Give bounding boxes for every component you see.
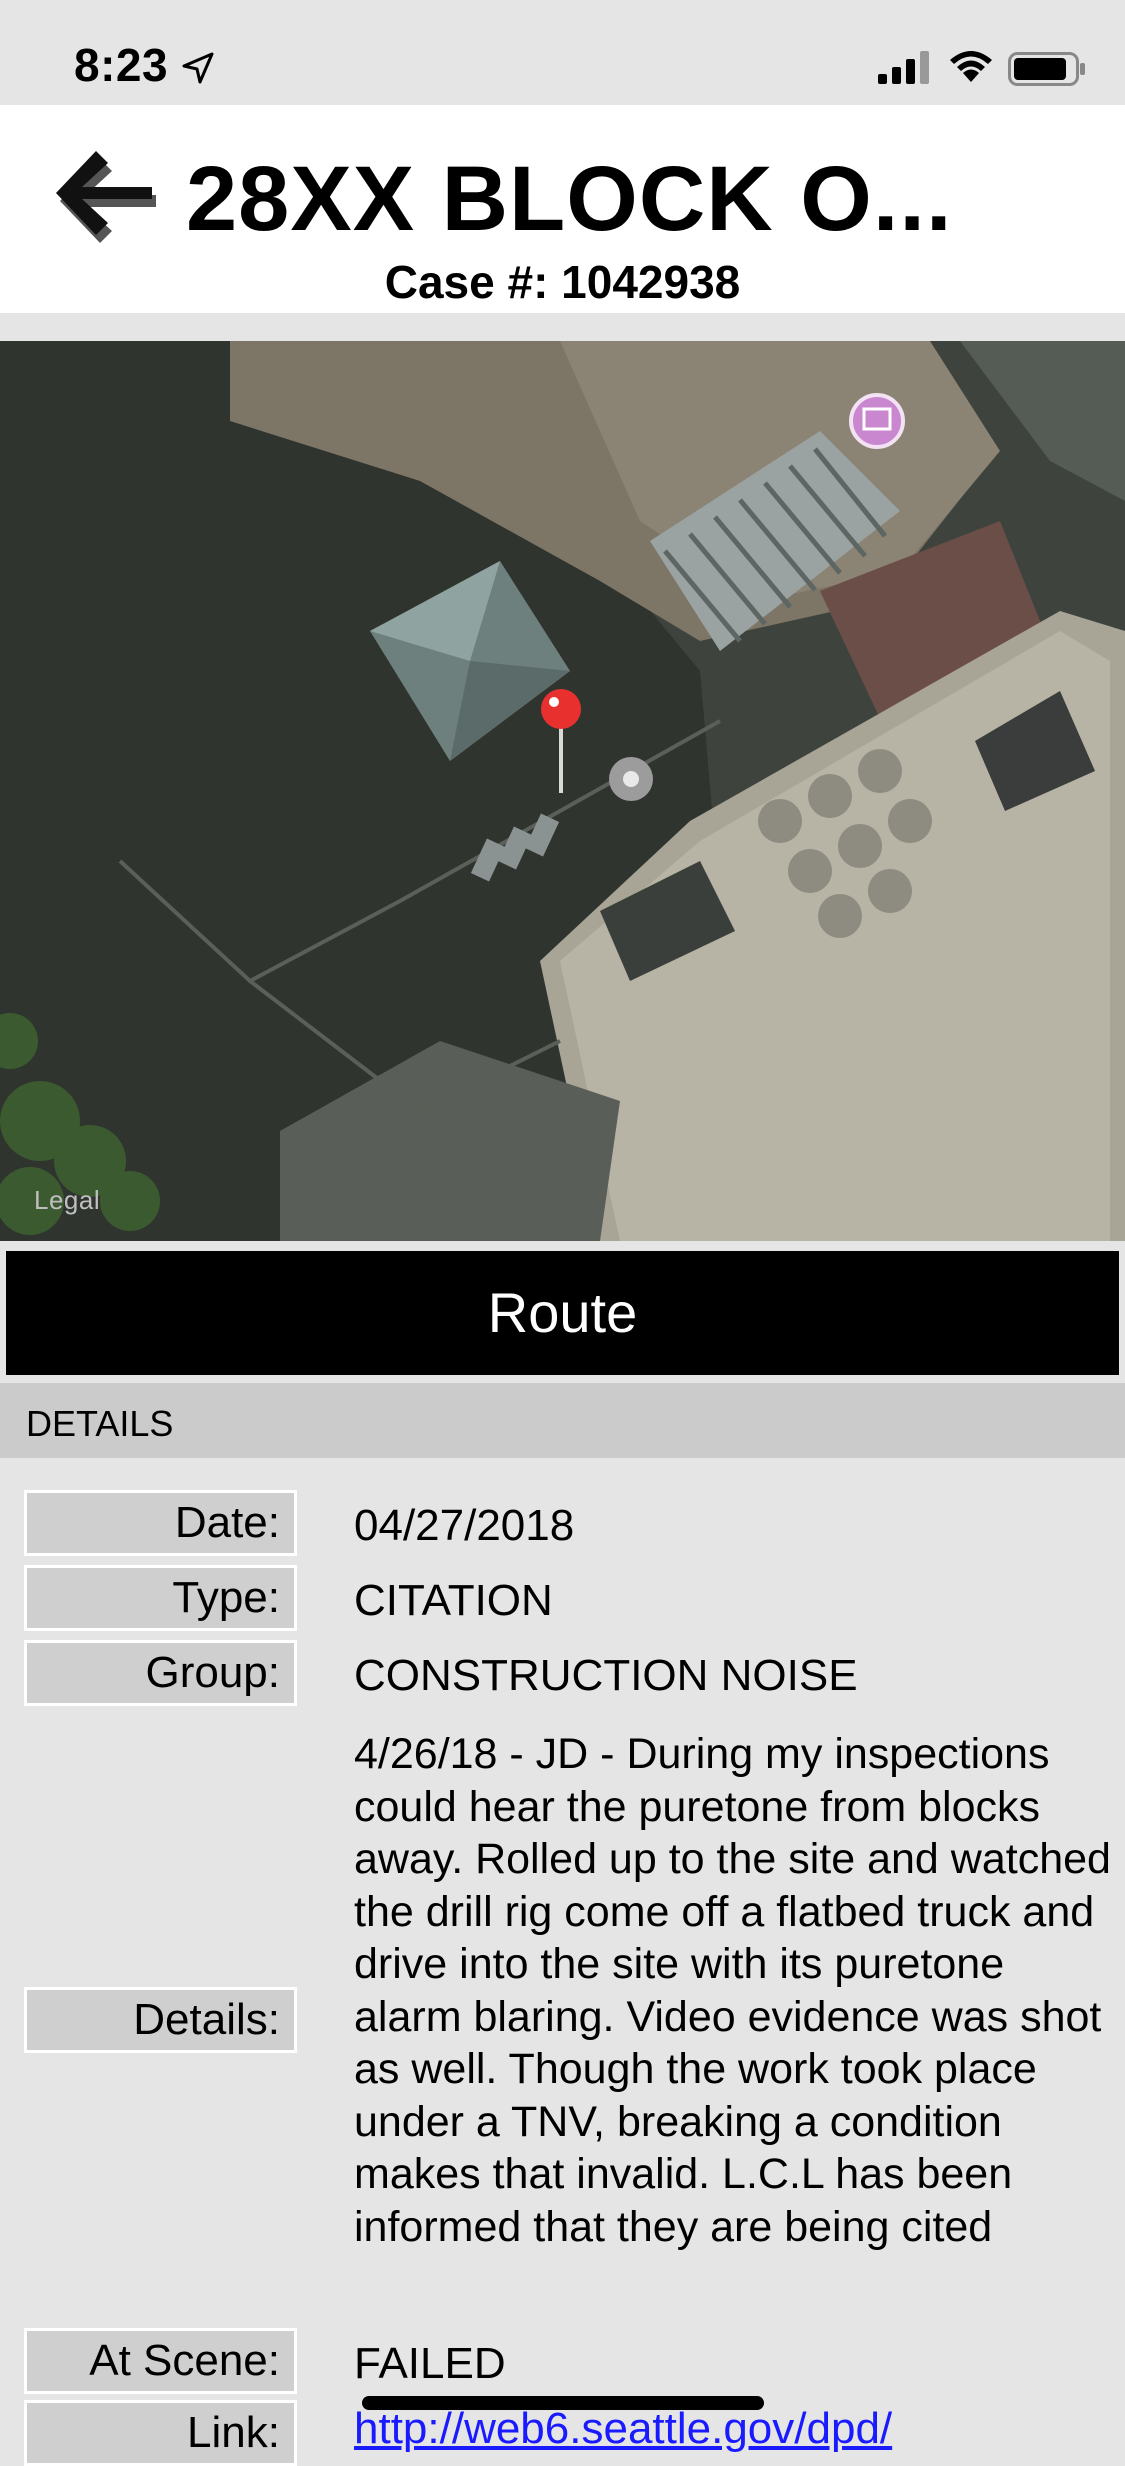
type-value: CITATION bbox=[354, 1576, 553, 1625]
link-label: Link: bbox=[24, 2400, 297, 2466]
map-legal-link[interactable]: Legal bbox=[34, 1185, 100, 1216]
permit-link[interactable]: http://web6.seattle.gov/dpd/ bbox=[354, 2404, 892, 2454]
home-indicator[interactable] bbox=[362, 2396, 764, 2410]
route-button[interactable]: Route bbox=[6, 1251, 1119, 1375]
wifi-icon bbox=[950, 51, 992, 82]
at-scene-label: At Scene: bbox=[24, 2328, 297, 2394]
page-title: 28XX BLOCK O... bbox=[186, 148, 953, 250]
back-button[interactable] bbox=[48, 145, 168, 255]
type-label: Type: bbox=[24, 1565, 297, 1631]
map-imagery bbox=[0, 341, 1125, 1241]
details-section-title: DETAILS bbox=[26, 1403, 174, 1444]
status-bar: 8:23 bbox=[0, 0, 1125, 105]
details-value: 4/26/18 - JD - During my inspections cou… bbox=[354, 1730, 1111, 2251]
location-arrow-icon bbox=[182, 52, 214, 84]
details-section-header: DETAILS bbox=[0, 1383, 1125, 1458]
battery-icon bbox=[1008, 52, 1085, 86]
header: 28XX BLOCK O... Case #: 1042938 bbox=[0, 105, 1125, 313]
group-value: CONSTRUCTION NOISE bbox=[354, 1651, 858, 1700]
date-value: 04/27/2018 bbox=[354, 1501, 575, 1550]
details-label: Details: bbox=[24, 1987, 297, 2053]
date-label: Date: bbox=[24, 1490, 297, 1556]
satellite-map[interactable] bbox=[0, 341, 1125, 1241]
cellular-signal-icon bbox=[878, 51, 929, 84]
at-scene-value: FAILED bbox=[354, 2339, 506, 2388]
back-arrow-icon bbox=[56, 151, 156, 243]
group-label: Group: bbox=[24, 1640, 297, 1706]
map-pin-icon[interactable] bbox=[541, 689, 581, 729]
museum-poi-icon[interactable] bbox=[849, 393, 905, 449]
case-number: Case #: 1042938 bbox=[384, 256, 741, 308]
status-time: 8:23 bbox=[74, 39, 169, 91]
